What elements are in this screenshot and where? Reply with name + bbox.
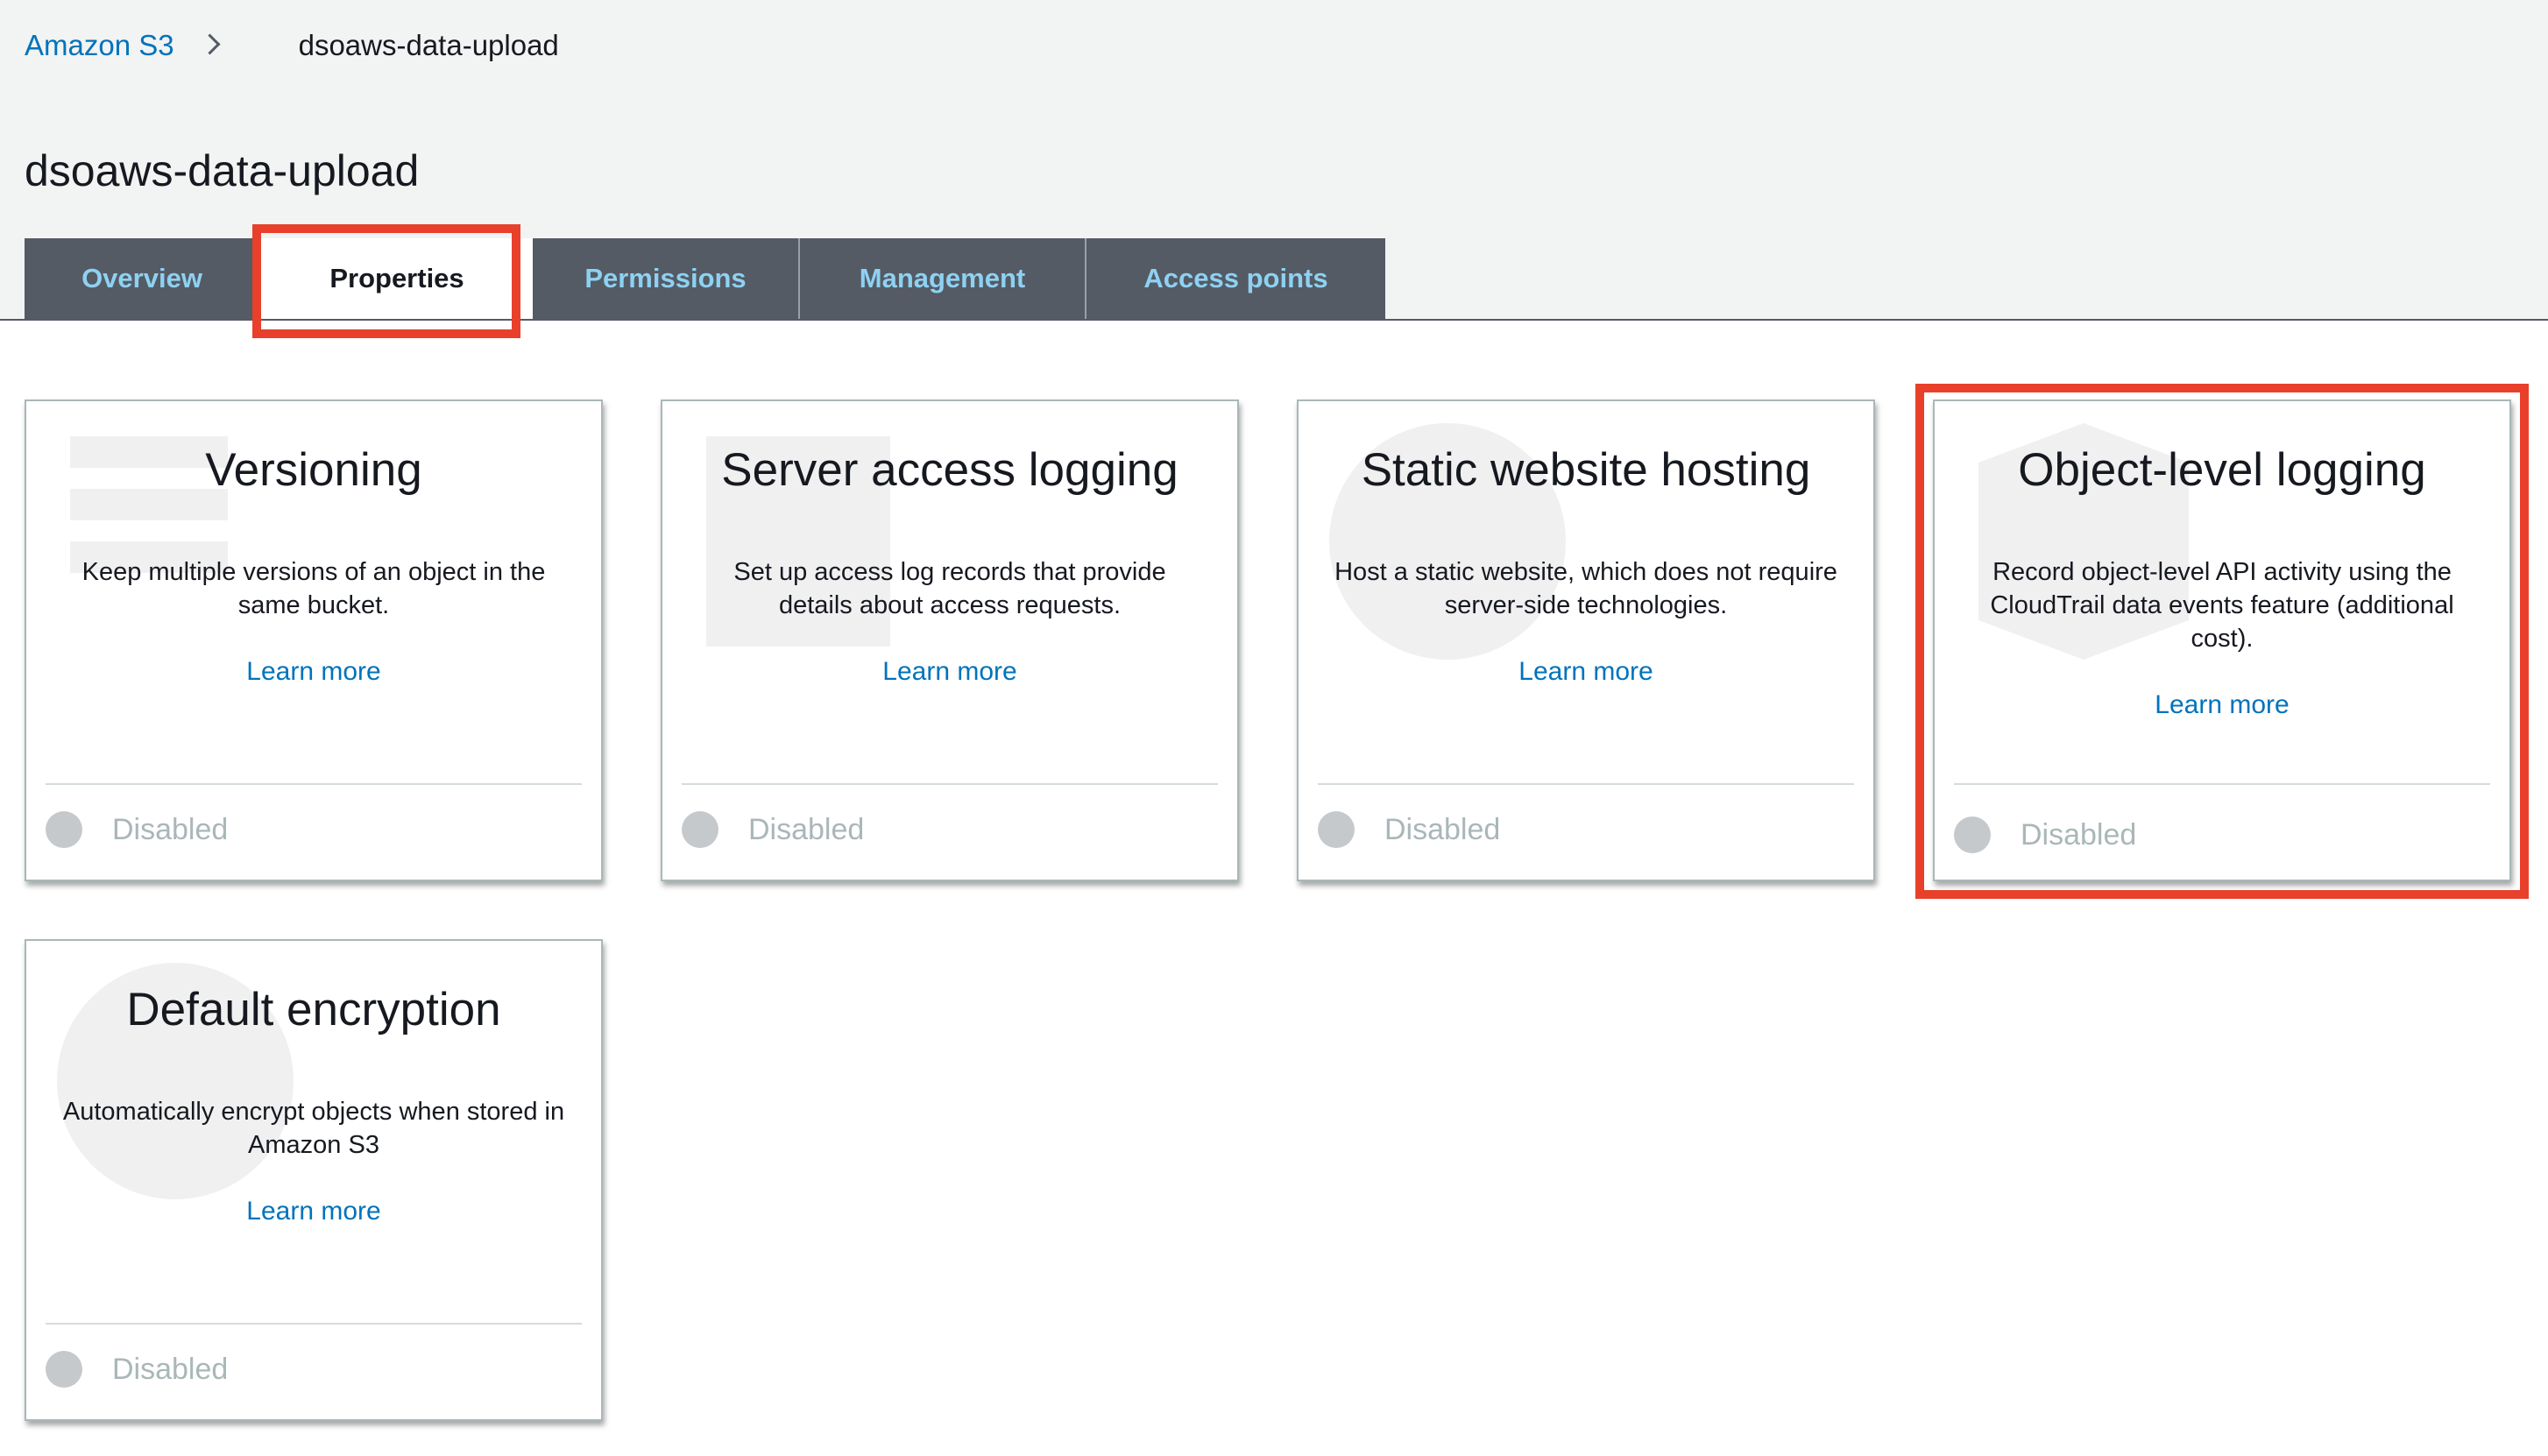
card-title: Object-level logging — [2018, 444, 2426, 496]
card-divider — [1318, 783, 1854, 785]
status-dot-icon — [46, 1351, 82, 1388]
chevron-right-icon — [194, 28, 246, 63]
card-description: Keep multiple versions of an object in t… — [81, 558, 546, 619]
status-label: Disabled — [112, 1352, 229, 1386]
card-divider — [46, 783, 582, 785]
card-divider — [46, 1323, 582, 1325]
learn-more-link[interactable]: Learn more — [1935, 690, 2509, 720]
card-versioning[interactable]: Versioning Keep multiple versions of an … — [25, 399, 603, 881]
card-default-encryption[interactable]: Default encryption Automatically encrypt… — [25, 939, 603, 1421]
learn-more-link[interactable]: Learn more — [662, 657, 1237, 687]
card-divider — [1954, 783, 2490, 785]
status-label: Disabled — [112, 812, 229, 846]
status-label: Disabled — [2021, 817, 2137, 852]
learn-more-link[interactable]: Learn more — [26, 1197, 601, 1226]
status-label: Disabled — [748, 812, 865, 846]
status-dot-icon — [1954, 816, 1991, 853]
tab-properties[interactable]: Properties — [261, 238, 533, 319]
tab-underline — [0, 319, 2548, 321]
tab-permissions[interactable]: Permissions — [533, 238, 800, 319]
learn-more-link[interactable]: Learn more — [1299, 657, 1873, 687]
card-title: Static website hosting — [1361, 444, 1811, 496]
breadcrumb-amazon-s3[interactable]: Amazon S3 — [25, 29, 174, 62]
tab-access-points[interactable]: Access points — [1086, 238, 1385, 319]
card-static-website-hosting[interactable]: Static website hosting Host a static web… — [1297, 399, 1875, 881]
page-title: dsoaws-data-upload — [25, 146, 420, 195]
card-description: Automatically encrypt objects when store… — [62, 1098, 565, 1159]
status-dot-icon — [1318, 811, 1355, 848]
tab-management[interactable]: Management — [800, 238, 1086, 319]
card-description: Set up access log records that provide d… — [733, 558, 1166, 619]
card-server-access-logging[interactable]: Server access logging Set up access log … — [661, 399, 1239, 881]
status-label: Disabled — [1384, 812, 1501, 846]
status-row: Disabled — [46, 1351, 228, 1388]
card-title: Default encryption — [126, 984, 501, 1035]
breadcrumb: Amazon S3 dsoaws-data-upload — [25, 25, 559, 67]
card-description: Host a static website, which does not re… — [1334, 558, 1837, 619]
status-row: Disabled — [682, 811, 864, 848]
card-divider — [682, 783, 1218, 785]
tab-bar: Overview Properties Permissions Manageme… — [25, 238, 1385, 319]
status-row: Disabled — [1954, 816, 2136, 853]
status-dot-icon — [682, 811, 718, 848]
card-title: Versioning — [205, 444, 422, 496]
status-dot-icon — [46, 811, 82, 848]
learn-more-link[interactable]: Learn more — [26, 657, 601, 687]
tab-overview[interactable]: Overview — [25, 238, 261, 319]
status-row: Disabled — [1318, 811, 1500, 848]
card-title: Server access logging — [721, 444, 1178, 496]
breadcrumb-current: dsoaws-data-upload — [298, 29, 559, 61]
card-object-level-logging[interactable]: Object-level logging Record object-level… — [1933, 399, 2511, 881]
card-description: Record object-level API activity using t… — [1990, 558, 2454, 653]
status-row: Disabled — [46, 811, 228, 848]
